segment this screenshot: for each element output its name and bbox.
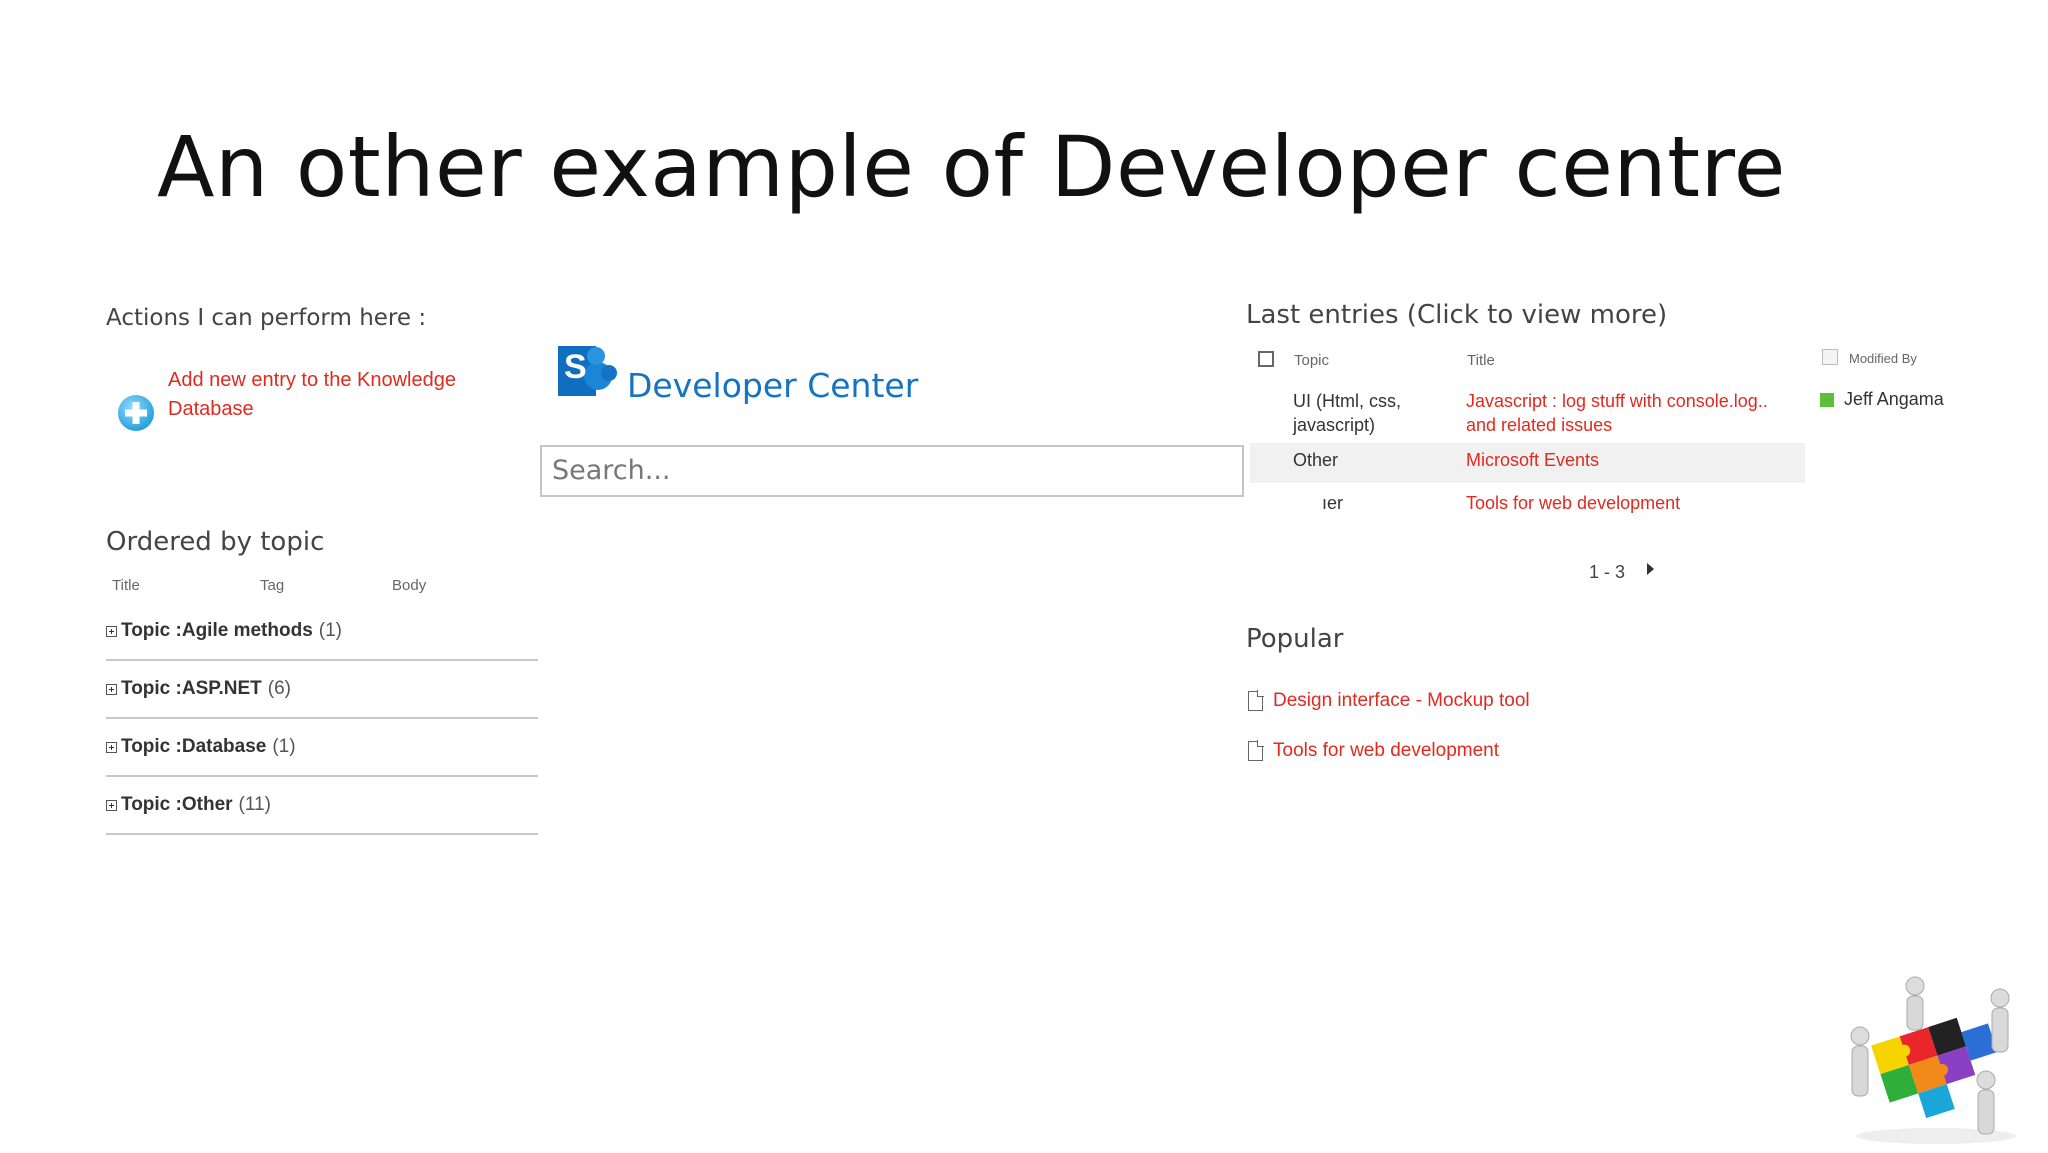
row-topic: ıer <box>1322 493 1344 513</box>
row-title-link[interactable]: Javascript : log stuff with console.log.… <box>1466 389 1768 437</box>
group-row-aspnet[interactable]: Topic : ASP.NET (6) <box>106 661 538 719</box>
popular-item-link[interactable]: Design interface - Mockup tool <box>1273 690 1530 712</box>
group-row-agile[interactable]: Topic : Agile methods (1) <box>106 603 538 661</box>
slide-title: An other example of Developer centre <box>157 118 1786 216</box>
row-topic-line2: javascript) <box>1293 415 1376 435</box>
column-title[interactable]: Title <box>112 577 140 594</box>
popular-item-link[interactable]: Tools for web development <box>1273 740 1499 762</box>
paging-label: 1 - 3 <box>1589 562 1626 582</box>
row-title-link[interactable]: Microsoft Events <box>1466 450 1599 471</box>
brand-name: Developer Center <box>627 366 919 405</box>
group-name: Other <box>181 794 233 815</box>
logo-letter: S <box>564 348 587 386</box>
add-entry-link-line2: Database <box>168 398 254 420</box>
row-title-line2: and related issues <box>1466 415 1613 435</box>
last-entries-heading[interactable]: Last entries (Click to view more) <box>1246 300 1667 330</box>
row-title-link[interactable]: Tools for web development <box>1466 493 1680 514</box>
puzzle-team-illustration <box>1840 968 2030 1148</box>
group-count: (1) <box>272 736 296 757</box>
group-prefix: Topic : <box>121 794 182 815</box>
presence-indicator <box>1820 393 1834 407</box>
group-name: Database <box>181 736 267 757</box>
select-all-checkbox[interactable] <box>1258 351 1274 367</box>
search-input[interactable]: Search... <box>540 445 1244 497</box>
popular-item[interactable]: Design interface - Mockup tool <box>1248 690 1530 712</box>
document-icon <box>1248 690 1264 711</box>
add-entry-link-line1: Add new entry to the Knowledge <box>168 369 456 391</box>
row-topic: Other <box>1293 450 1339 470</box>
popular-heading: Popular <box>1246 624 1344 654</box>
actions-heading: Actions I can perform here : <box>106 305 427 331</box>
row-title-line1: Javascript : log stuff with console.log.… <box>1466 391 1768 411</box>
group-name: ASP.NET <box>181 678 262 699</box>
add-circle-icon[interactable] <box>116 393 156 433</box>
sharepoint-logo-icon: S <box>556 340 618 406</box>
column-topic[interactable]: Topic <box>1294 352 1329 369</box>
column-modified-by[interactable]: Modified By <box>1849 351 1917 366</box>
group-prefix: Topic : <box>121 620 182 641</box>
group-count: (1) <box>318 620 342 641</box>
column-body[interactable]: Body <box>392 577 426 594</box>
ordered-heading: Ordered by topic <box>106 527 325 557</box>
table-row[interactable]: UI (Html, css, javascript) Javascript : … <box>1250 389 1805 441</box>
group-count: (6) <box>267 678 291 699</box>
group-row-database[interactable]: Topic : Database (1) <box>106 719 538 777</box>
next-page-arrow-icon[interactable] <box>1647 563 1654 575</box>
document-icon <box>1248 740 1264 761</box>
group-count: (11) <box>238 794 271 815</box>
expand-plus-icon[interactable] <box>106 625 117 637</box>
modified-by-name[interactable]: Jeff Angama <box>1844 389 1944 410</box>
add-entry-link[interactable]: Add new entry to the Knowledge Database <box>168 366 456 424</box>
group-prefix: Topic : <box>121 736 182 757</box>
row-topic: UI (Html, css, javascript) <box>1293 389 1401 437</box>
expand-plus-icon[interactable] <box>106 799 117 811</box>
column-tag[interactable]: Tag <box>260 577 284 594</box>
group-name: Agile methods <box>181 620 313 641</box>
row-topic-line1: UI (Html, css, <box>1293 391 1401 411</box>
group-row-other[interactable]: Topic : Other (11) <box>106 777 538 835</box>
expand-plus-icon[interactable] <box>106 683 117 695</box>
column-title[interactable]: Title <box>1467 352 1495 369</box>
popular-item[interactable]: Tools for web development <box>1248 740 1499 762</box>
expand-plus-icon[interactable] <box>106 741 117 753</box>
modified-sort-checkbox[interactable] <box>1822 349 1838 365</box>
group-prefix: Topic : <box>121 678 182 699</box>
